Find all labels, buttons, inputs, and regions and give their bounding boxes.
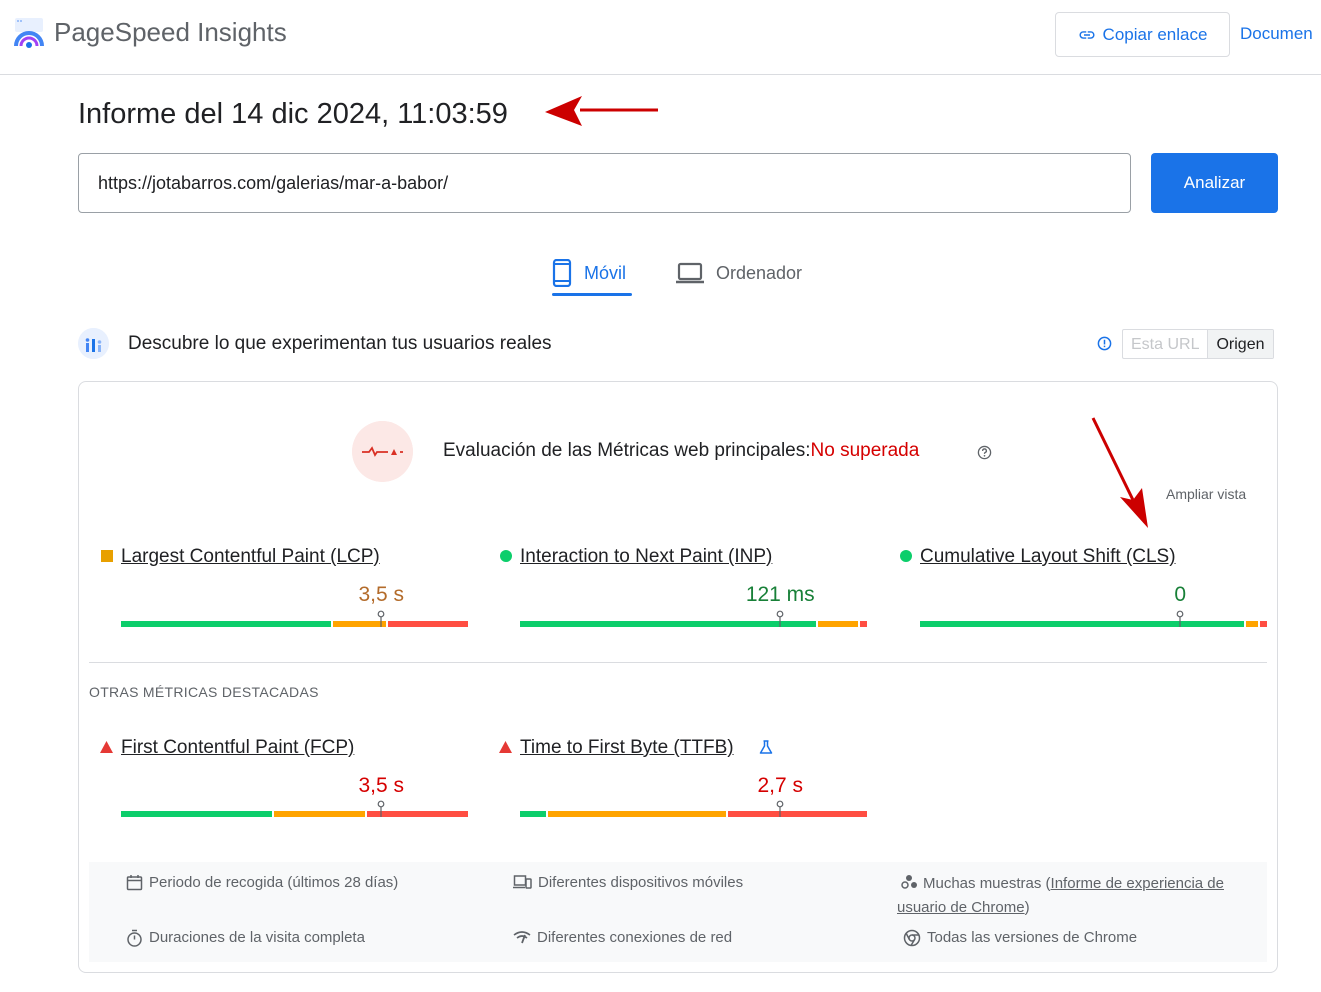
- p75-marker: [776, 800, 784, 817]
- expand-view-link[interactable]: Ampliar vista: [1166, 486, 1246, 502]
- copy-link-label: Copiar enlace: [1102, 24, 1208, 44]
- good-segment: [520, 811, 546, 817]
- collection-period-item: Periodo de recogida (últimos 28 días): [126, 871, 398, 895]
- copy-link-button[interactable]: Copiar enlace: [1055, 12, 1230, 57]
- good-segment: [121, 811, 272, 817]
- chrome-versions-item: Todas las versiones de Chrome: [903, 926, 1137, 950]
- samples-suffix: ): [1024, 899, 1030, 916]
- cls-value: 0: [1174, 583, 1187, 606]
- p75-marker: [776, 610, 784, 627]
- stopwatch-icon: [127, 929, 142, 947]
- samples-item: Muchas muestras (Informe de experiencia …: [897, 871, 1257, 920]
- poor-segment: [388, 621, 468, 627]
- url-input[interactable]: [78, 153, 1131, 213]
- tab-desktop-label: Ordenador: [716, 262, 803, 283]
- p75-marker: [1176, 610, 1184, 627]
- info-icon[interactable]: [1097, 336, 1112, 351]
- ttfb-distribution-bar: [520, 800, 867, 817]
- network-icon: [513, 931, 531, 944]
- poor-segment: [1260, 621, 1267, 627]
- poor-segment: [728, 811, 867, 817]
- connections-item: Diferentes conexiones de red: [513, 926, 732, 950]
- good-segment: [121, 621, 331, 627]
- field-data-title: Descubre lo que experimentan tus usuario…: [128, 333, 552, 354]
- chrome-icon: [903, 929, 921, 947]
- fcp-value: 3,5 s: [358, 774, 405, 797]
- url-origin-toggle: Esta URL Origen: [1122, 329, 1274, 359]
- users-chart-icon: [78, 328, 109, 359]
- tab-mobile-label: Móvil: [584, 262, 627, 283]
- needs-improvement-segment: [273, 811, 366, 817]
- tab-mobile[interactable]: Móvil: [552, 250, 632, 296]
- active-tab-indicator: [552, 293, 632, 296]
- p75-marker: [377, 800, 385, 817]
- p75-marker: [377, 610, 385, 627]
- poor-segment: [860, 621, 867, 627]
- arrow-annotation-title: [545, 96, 658, 126]
- lcp-distribution-bar: [121, 610, 468, 627]
- toggle-this-url[interactable]: Esta URL: [1123, 330, 1209, 358]
- samples-icon: [901, 875, 917, 889]
- pagespeed-logo[interactable]: [12, 16, 46, 50]
- samples-prefix: Muchas muestras (: [923, 875, 1051, 892]
- visit-duration-item: Duraciones de la visita completa: [126, 926, 365, 950]
- poor-marker-icon: [100, 741, 113, 753]
- good-marker-icon: [900, 550, 912, 562]
- chrome-versions-text: Todas las versiones de Chrome: [927, 929, 1138, 946]
- fcp-metric-link[interactable]: First Contentful Paint (FCP): [121, 737, 354, 759]
- assessment-failed-icon: [352, 421, 413, 482]
- documentation-link[interactable]: Documen: [1240, 24, 1313, 44]
- flask-icon[interactable]: [759, 740, 773, 755]
- fcp-distribution-bar: [121, 800, 468, 817]
- tab-desktop[interactable]: Ordenador: [676, 250, 802, 296]
- brand-title: PageSpeed Insights: [54, 17, 287, 47]
- inp-value: 121 ms: [745, 583, 815, 606]
- cls-distribution-bar: [920, 610, 1267, 627]
- devices-item: Diferentes dispositivos móviles: [513, 871, 743, 895]
- needs-improvement-segment: [1246, 621, 1259, 627]
- devices-icon: [513, 875, 532, 889]
- assessment-status: No superada: [810, 440, 920, 461]
- report-title: Informe del 14 dic 2024, 11:03:59: [78, 98, 508, 130]
- collection-period-text: Periodo de recogida (últimos 28 días): [149, 874, 399, 891]
- section-divider: [89, 662, 1267, 663]
- top-header: PageSpeed Insights Copiar enlace Documen: [0, 0, 1321, 75]
- other-metrics-heading: OTRAS MÉTRICAS DESTACADAS: [89, 684, 319, 700]
- visit-duration-text: Duraciones de la visita completa: [149, 929, 365, 946]
- link-icon: [1079, 30, 1095, 39]
- toggle-origin[interactable]: Origen: [1208, 330, 1273, 358]
- phone-icon: [552, 259, 572, 287]
- lcp-metric-link[interactable]: Largest Contentful Paint (LCP): [121, 546, 380, 568]
- core-web-vitals-assessment: Evaluación de las Métricas web principal…: [443, 440, 919, 462]
- lcp-value: 3,5 s: [358, 583, 405, 606]
- cls-metric-link[interactable]: Cumulative Layout Shift (CLS): [920, 546, 1176, 568]
- needs-improvement-segment: [818, 621, 859, 627]
- assessment-label: Evaluación de las Métricas web principal…: [443, 440, 811, 461]
- devices-text: Diferentes dispositivos móviles: [538, 874, 744, 891]
- ttfb-value: 2,7 s: [757, 774, 804, 797]
- inp-metric-link[interactable]: Interaction to Next Paint (INP): [520, 546, 772, 568]
- laptop-icon: [676, 262, 704, 284]
- connections-text: Diferentes conexiones de red: [537, 929, 733, 946]
- help-icon[interactable]: [977, 445, 992, 460]
- inp-distribution-bar: [520, 610, 867, 627]
- ttfb-metric-link[interactable]: Time to First Byte (TTFB): [520, 737, 734, 759]
- good-segment: [520, 621, 817, 627]
- poor-marker-icon: [499, 741, 512, 753]
- calendar-icon: [126, 875, 143, 891]
- good-segment: [920, 621, 1245, 627]
- good-marker-icon: [500, 550, 512, 562]
- analyze-button[interactable]: Analizar: [1151, 153, 1278, 213]
- needs-improvement-segment: [547, 811, 727, 817]
- average-marker-icon: [101, 550, 113, 562]
